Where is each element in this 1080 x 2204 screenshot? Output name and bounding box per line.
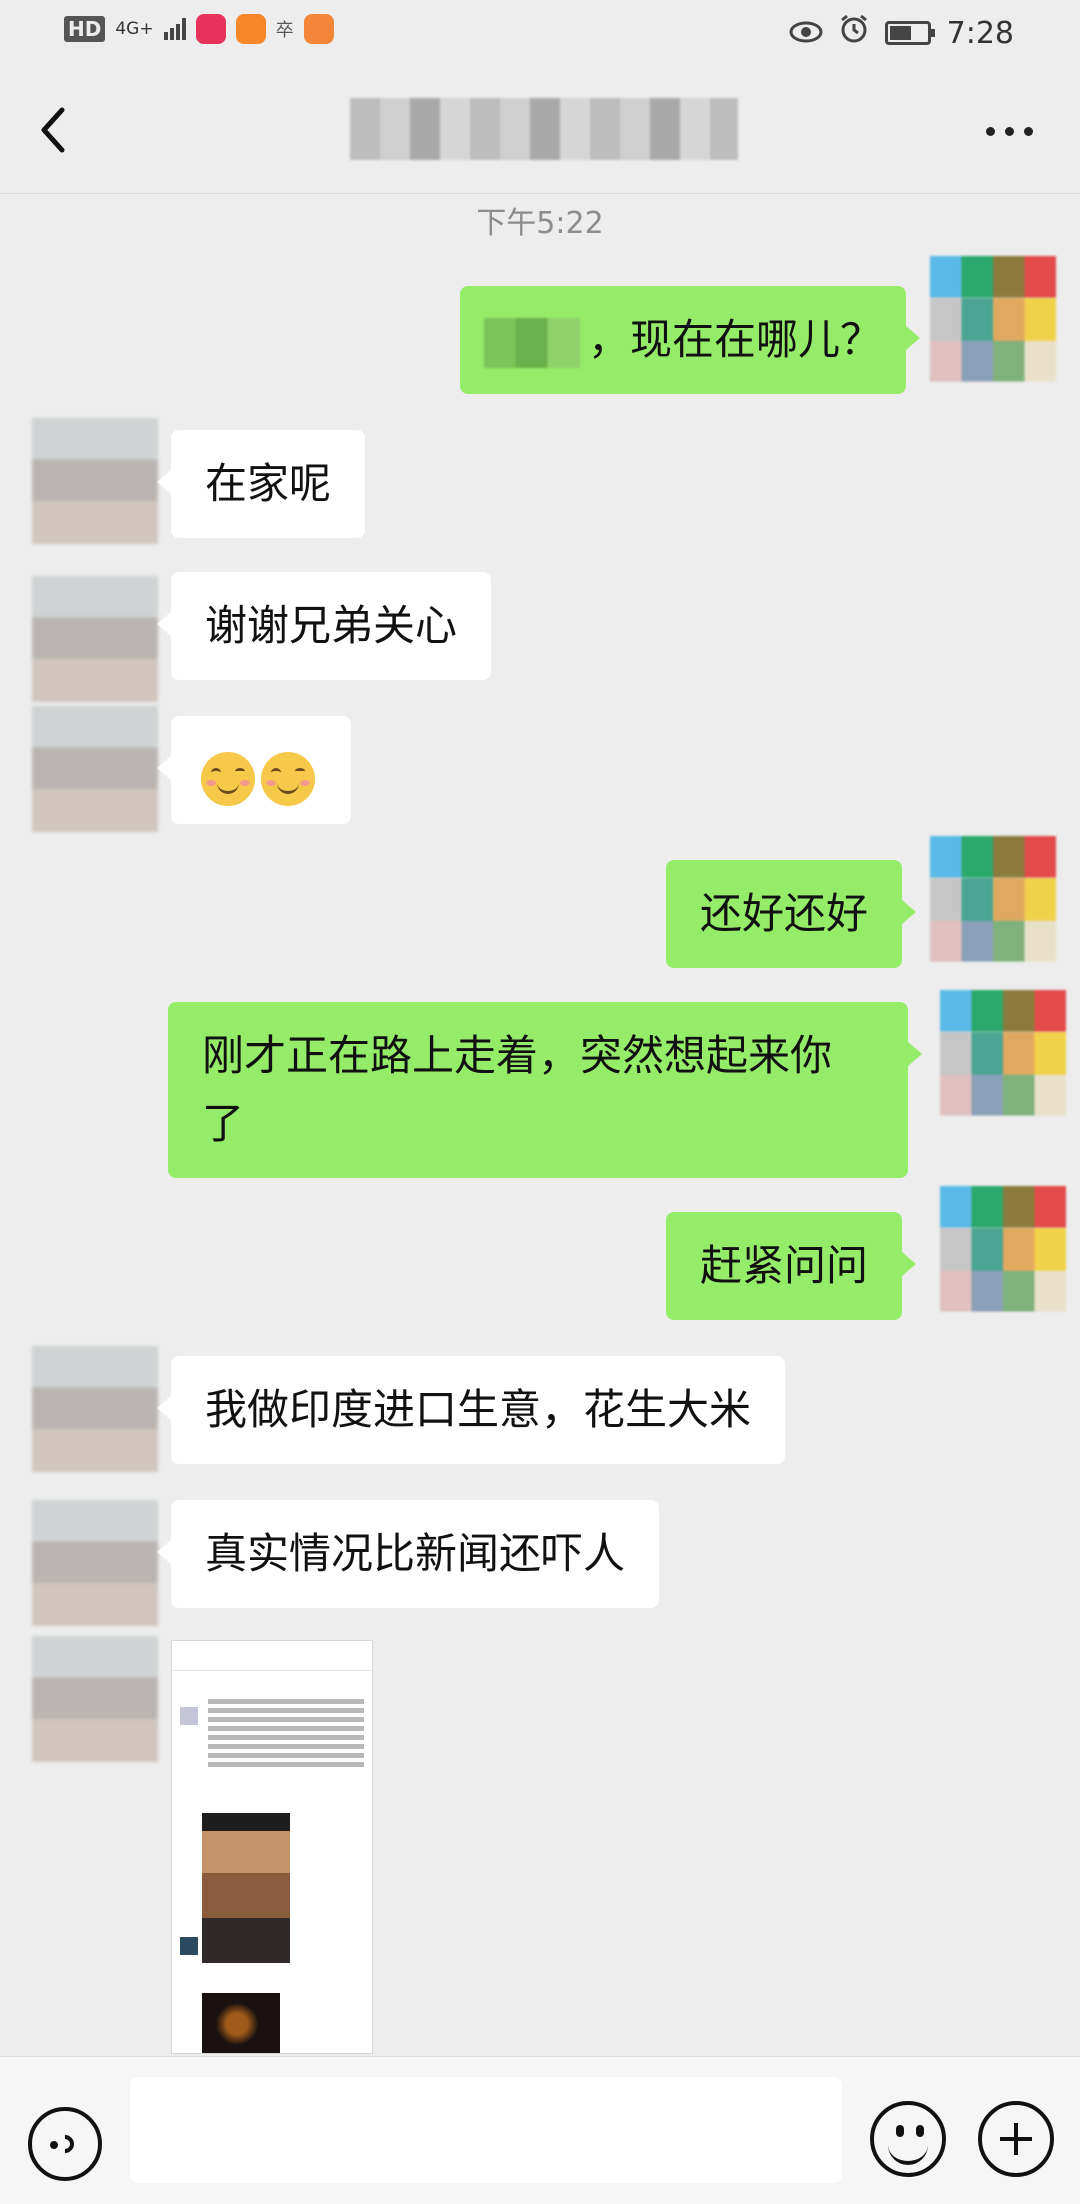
my-avatar[interactable] <box>940 1186 1066 1312</box>
contact-avatar[interactable] <box>32 418 158 544</box>
contact-avatar[interactable] <box>32 706 158 832</box>
hd-indicator: HD <box>64 16 106 42</box>
contact-avatar[interactable] <box>32 1346 158 1472</box>
chevron-left-icon[interactable] <box>30 100 80 160</box>
alarm-icon <box>839 14 869 52</box>
chat-header <box>0 64 1080 194</box>
emoji-icon[interactable] <box>870 2101 946 2177</box>
message-bubble-in[interactable]: 真实情况比新闻还吓人 <box>156 1500 660 1608</box>
image-content <box>172 1641 372 1671</box>
battery-icon <box>884 21 935 45</box>
message-bubble-in[interactable] <box>157 716 351 824</box>
message-text: 还好还好 <box>700 889 869 938</box>
message-text: 了 <box>202 1099 245 1148</box>
more-dots-icon[interactable] <box>986 116 1042 146</box>
smile-emoji-icon <box>201 751 255 806</box>
message-timestamp: 下午5:22 <box>476 206 604 241</box>
my-avatar[interactable] <box>930 256 1056 382</box>
message-text: 在家呢 <box>205 459 332 508</box>
app-notification-icon <box>195 14 226 44</box>
app-notification-icon <box>303 14 334 44</box>
message-text: 我做印度进口生意，花生大米 <box>205 1385 752 1434</box>
voice-icon[interactable] <box>28 2107 102 2181</box>
message-bubble-out[interactable]: ，现在在哪儿？ <box>460 286 920 394</box>
redacted-name <box>484 317 580 368</box>
message-text: 赶紧问问 <box>700 1241 869 1290</box>
contact-avatar[interactable] <box>32 576 158 702</box>
message-bubble-in[interactable]: 谢谢兄弟关心 <box>156 572 492 680</box>
app-notification-icon <box>235 14 266 44</box>
input-bar <box>0 2056 1080 2204</box>
message-text: 刚才正在路上走着，突然想起来你 <box>202 1031 833 1080</box>
status-bar: HD 4G+ 卒 7:28 <box>0 0 1080 64</box>
contact-avatar[interactable] <box>32 1636 158 1762</box>
message-bubble-in[interactable]: 在家呢 <box>156 430 366 538</box>
signal-icon <box>163 18 186 40</box>
message-bubble-out[interactable]: 刚才正在路上走着，突然想起来你 了 <box>168 1002 922 1178</box>
image-message[interactable] <box>171 1640 373 2054</box>
chat-title-redacted <box>350 98 738 160</box>
clock: 7:28 <box>946 15 1014 51</box>
app-notification-icon: 卒 <box>275 20 294 41</box>
my-avatar[interactable] <box>940 990 1066 1116</box>
eye-icon <box>789 16 823 51</box>
message-bubble-in[interactable]: 我做印度进口生意，花生大米 <box>156 1356 786 1464</box>
plus-icon[interactable] <box>978 2101 1054 2177</box>
message-text: ，现在在哪儿？ <box>588 315 883 364</box>
my-avatar[interactable] <box>930 836 1056 962</box>
smile-emoji-icon <box>261 751 315 806</box>
message-bubble-out[interactable]: 赶紧问问 <box>666 1212 917 1320</box>
network-type: 4G+ <box>115 19 154 39</box>
contact-avatar[interactable] <box>32 1500 158 1626</box>
message-input[interactable] <box>130 2077 842 2183</box>
message-text: 真实情况比新闻还吓人 <box>205 1529 626 1578</box>
message-text: 谢谢兄弟关心 <box>205 601 458 650</box>
message-bubble-out[interactable]: 还好还好 <box>666 860 917 968</box>
